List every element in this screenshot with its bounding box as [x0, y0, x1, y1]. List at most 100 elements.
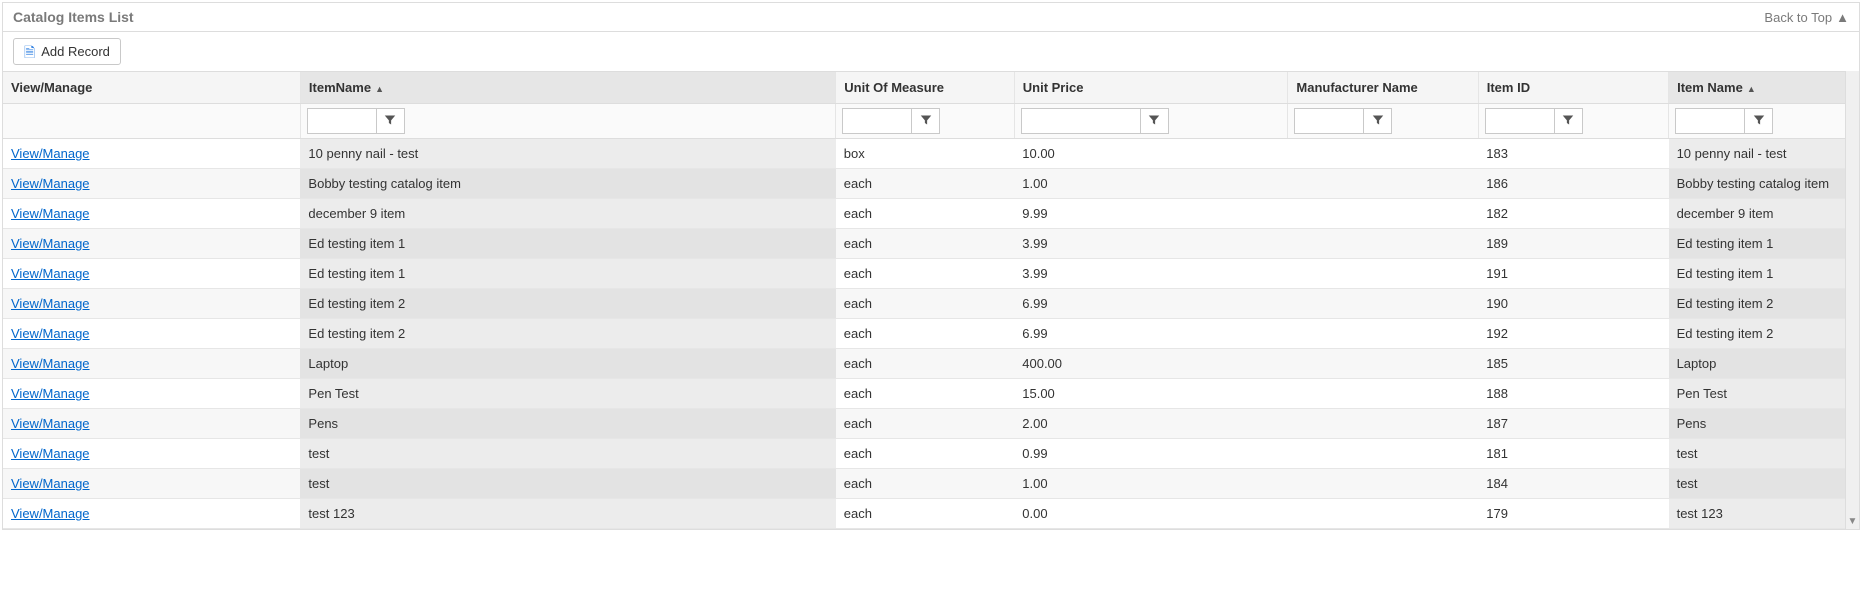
cell-action: View/Manage [3, 469, 300, 499]
view-manage-link[interactable]: View/Manage [11, 146, 90, 161]
column-header-3[interactable]: Unit Price [1014, 72, 1288, 104]
filter-input-1[interactable] [307, 108, 377, 134]
add-record-button[interactable]: 🗎 Add Record [13, 38, 121, 65]
cell-manufacturer [1288, 439, 1478, 469]
cell-uom: each [836, 499, 1014, 529]
filter-input-3[interactable] [1021, 108, 1141, 134]
filter-button-2[interactable] [912, 108, 940, 134]
scroll-down-icon: ▼ [1848, 516, 1858, 529]
cell-uom: each [836, 289, 1014, 319]
column-header-4[interactable]: Manufacturer Name [1288, 72, 1478, 104]
cell-item-id: 192 [1478, 319, 1668, 349]
sort-asc-icon: ▲ [375, 84, 384, 94]
column-header-0[interactable]: View/Manage [3, 72, 300, 104]
filter-button-6[interactable] [1745, 108, 1773, 134]
view-manage-link[interactable]: View/Manage [11, 506, 90, 521]
cell-manufacturer [1288, 379, 1478, 409]
column-header-6[interactable]: Item Name▲ [1669, 72, 1859, 104]
column-header-1[interactable]: ItemName ▲ [300, 72, 835, 104]
column-header-label: ItemName [309, 80, 371, 95]
filter-icon [1148, 114, 1160, 129]
filter-input-2[interactable] [842, 108, 912, 134]
view-manage-link[interactable]: View/Manage [11, 206, 90, 221]
cell-action: View/Manage [3, 259, 300, 289]
table-row: View/ManageLaptopeach400.00185Laptop [3, 349, 1859, 379]
cell-item-name: Bobby testing catalog item [300, 169, 835, 199]
table-row: View/ManagePen Testeach15.00188Pen Test [3, 379, 1859, 409]
cell-unit-price: 15.00 [1014, 379, 1288, 409]
view-manage-link[interactable]: View/Manage [11, 416, 90, 431]
view-manage-link[interactable]: View/Manage [11, 236, 90, 251]
cell-item-name-2: Laptop [1669, 349, 1859, 379]
filter-row [3, 104, 1859, 139]
filter-input-6[interactable] [1675, 108, 1745, 134]
table-row: View/Managedecember 9 itemeach9.99182dec… [3, 199, 1859, 229]
cell-manufacturer [1288, 469, 1478, 499]
cell-action: View/Manage [3, 349, 300, 379]
filter-input-4[interactable] [1294, 108, 1364, 134]
table-row: View/ManageEd testing item 2each6.99190E… [3, 289, 1859, 319]
view-manage-link[interactable]: View/Manage [11, 176, 90, 191]
cell-item-name: Ed testing item 1 [300, 229, 835, 259]
cell-item-name: Ed testing item 1 [300, 259, 835, 289]
cell-unit-price: 400.00 [1014, 349, 1288, 379]
filter-input-5[interactable] [1485, 108, 1555, 134]
cell-manufacturer [1288, 169, 1478, 199]
cell-uom: each [836, 229, 1014, 259]
grid-wrap: View/Manage ItemName ▲ Unit Of MeasureUnit … [3, 71, 1859, 529]
table-row: View/Managetesteach0.99181test [3, 439, 1859, 469]
view-manage-link[interactable]: View/Manage [11, 266, 90, 281]
back-to-top-link[interactable]: Back to Top ▲ [1764, 10, 1849, 25]
cell-item-id: 186 [1478, 169, 1668, 199]
cell-manufacturer [1288, 319, 1478, 349]
header-row: View/Manage ItemName ▲ Unit Of MeasureUnit … [3, 72, 1859, 104]
panel-header: Catalog Items List Back to Top ▲ [3, 3, 1859, 32]
view-manage-link[interactable]: View/Manage [11, 476, 90, 491]
column-header-2[interactable]: Unit Of Measure [836, 72, 1014, 104]
arrow-up-icon: ▲ [1836, 10, 1849, 25]
cell-unit-price: 1.00 [1014, 169, 1288, 199]
cell-item-name: december 9 item [300, 199, 835, 229]
cell-item-name-2: Bobby testing catalog item [1669, 169, 1859, 199]
filter-cell-0 [3, 104, 300, 139]
filter-icon [1372, 114, 1384, 129]
cell-item-id: 190 [1478, 289, 1668, 319]
cell-item-id: 191 [1478, 259, 1668, 289]
cell-action: View/Manage [3, 289, 300, 319]
table-row: View/ManageEd testing item 1each3.99191E… [3, 259, 1859, 289]
cell-unit-price: 9.99 [1014, 199, 1288, 229]
cell-item-id: 189 [1478, 229, 1668, 259]
view-manage-link[interactable]: View/Manage [11, 296, 90, 311]
vertical-scrollbar[interactable]: ▼ [1845, 71, 1859, 529]
cell-item-id: 187 [1478, 409, 1668, 439]
cell-unit-price: 1.00 [1014, 469, 1288, 499]
add-record-icon: 🗎 [24, 45, 35, 59]
table-row: View/ManageBobby testing catalog itemeac… [3, 169, 1859, 199]
add-record-label: Add Record [41, 44, 110, 59]
filter-cell-1 [300, 104, 835, 139]
cell-action: View/Manage [3, 499, 300, 529]
cell-item-name: Pens [300, 409, 835, 439]
view-manage-link[interactable]: View/Manage [11, 446, 90, 461]
cell-action: View/Manage [3, 199, 300, 229]
toolbar: 🗎 Add Record [3, 32, 1859, 71]
filter-button-3[interactable] [1141, 108, 1169, 134]
cell-manufacturer [1288, 199, 1478, 229]
filter-button-1[interactable] [377, 108, 405, 134]
filter-button-4[interactable] [1364, 108, 1392, 134]
cell-action: View/Manage [3, 169, 300, 199]
filter-button-5[interactable] [1555, 108, 1583, 134]
filter-cell-6 [1669, 104, 1859, 139]
filter-icon [920, 114, 932, 129]
cell-manufacturer [1288, 229, 1478, 259]
cell-item-name: Ed testing item 2 [300, 319, 835, 349]
column-header-label: Item ID [1487, 80, 1530, 95]
view-manage-link[interactable]: View/Manage [11, 326, 90, 341]
column-header-5[interactable]: Item ID [1478, 72, 1668, 104]
cell-uom: each [836, 199, 1014, 229]
view-manage-link[interactable]: View/Manage [11, 386, 90, 401]
view-manage-link[interactable]: View/Manage [11, 356, 90, 371]
cell-unit-price: 2.00 [1014, 409, 1288, 439]
cell-unit-price: 10.00 [1014, 139, 1288, 169]
cell-item-name: Ed testing item 2 [300, 289, 835, 319]
